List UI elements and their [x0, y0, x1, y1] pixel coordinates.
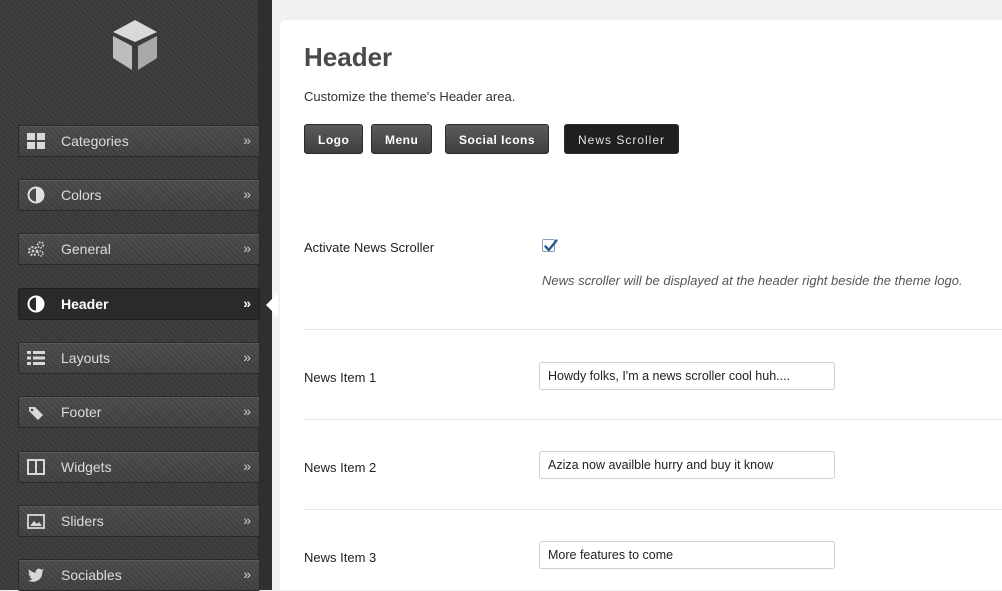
sidebar-item-label: Colors — [61, 187, 102, 203]
sidebar-item-general[interactable]: General » — [18, 233, 260, 265]
main-panel: Header Customize the theme's Header area… — [280, 20, 1002, 590]
tag-icon — [29, 407, 43, 420]
chevron-right-icon: » — [243, 349, 251, 365]
sidebar-item-footer[interactable]: Footer » — [18, 396, 260, 428]
page-title: Header — [304, 42, 393, 72]
checkmark-icon — [544, 239, 558, 252]
activate-news-scroller-checkbox[interactable] — [542, 239, 558, 252]
news-item-3-label: News Item 3 — [304, 550, 377, 565]
active-item-pointer — [266, 293, 278, 317]
sidebar-item-label: Footer — [61, 404, 102, 420]
chevron-right-icon: » — [243, 458, 251, 474]
sidebar-item-label: Sociables — [61, 567, 122, 583]
sidebar: Categories » Colors » General » Header » — [0, 0, 272, 591]
twitter-icon — [28, 568, 44, 582]
news-item-2-input[interactable] — [539, 451, 835, 479]
chevron-right-icon: » — [243, 566, 251, 582]
chevron-right-icon: » — [243, 132, 251, 148]
contrast-icon — [27, 295, 45, 313]
sidebar-item-label: Header — [61, 296, 109, 312]
sidebar-item-label: Layouts — [61, 350, 111, 366]
news-item-2-label: News Item 2 — [304, 460, 377, 475]
chevron-right-icon: » — [243, 240, 251, 256]
divider — [304, 329, 1002, 330]
chevron-right-icon: » — [243, 512, 251, 528]
sidebar-item-label: Widgets — [61, 459, 112, 475]
news-item-1-input[interactable] — [539, 362, 835, 390]
contrast-icon — [27, 186, 45, 204]
news-item-1-label: News Item 1 — [304, 370, 377, 385]
divider — [304, 509, 1002, 510]
sidebar-item-label: General — [61, 241, 111, 257]
page-description: Customize the theme's Header area. — [304, 89, 516, 104]
chevron-right-icon: » — [243, 295, 251, 311]
news-scroller-help-text: News scroller will be displayed at the h… — [542, 273, 963, 288]
columns-icon — [27, 459, 45, 475]
image-icon — [27, 514, 45, 529]
sidebar-item-widgets[interactable]: Widgets » — [18, 451, 260, 483]
list-icon — [27, 351, 45, 365]
grid-icon — [27, 133, 45, 149]
tab-news-scroller[interactable]: News Scroller — [564, 124, 680, 154]
activate-news-scroller-label: Activate News Scroller — [304, 240, 435, 255]
sidebar-item-categories[interactable]: Categories » — [18, 125, 260, 157]
sidebar-item-header[interactable]: Header » — [18, 288, 260, 320]
sidebar-item-sociables[interactable]: Sociables » — [18, 559, 260, 591]
sidebar-item-label: Categories — [61, 133, 129, 149]
brand-logo-icon — [113, 20, 157, 70]
tab-social-icons[interactable]: Social Icons — [445, 124, 550, 154]
news-item-3-input[interactable] — [539, 541, 835, 569]
chevron-right-icon: » — [243, 403, 251, 419]
sidebar-item-sliders[interactable]: Sliders » — [18, 505, 260, 537]
chevron-right-icon: » — [243, 186, 251, 202]
gears-icon — [27, 241, 45, 257]
sidebar-item-layouts[interactable]: Layouts » — [18, 342, 260, 374]
tab-menu[interactable]: Menu — [371, 124, 433, 154]
tab-logo[interactable]: Logo — [304, 124, 364, 154]
sidebar-item-colors[interactable]: Colors » — [18, 179, 260, 211]
sidebar-item-label: Sliders — [61, 513, 104, 529]
divider — [304, 419, 1002, 420]
